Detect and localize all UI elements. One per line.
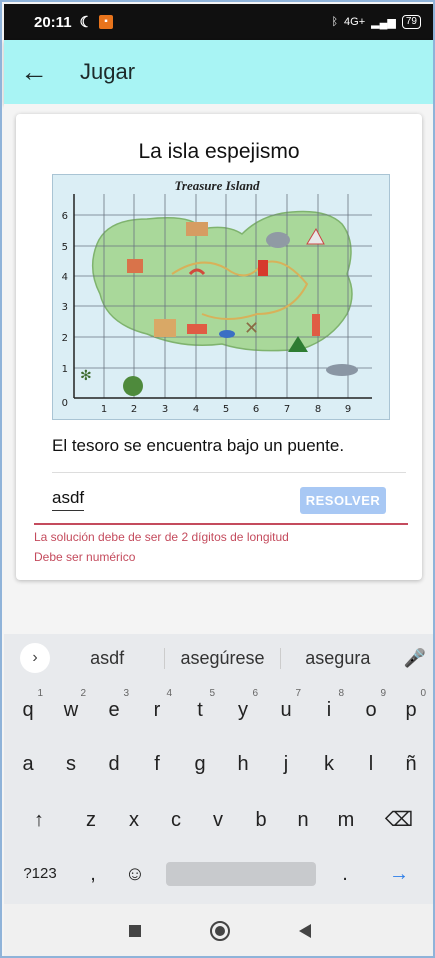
emoji-icon[interactable]: ☺: [116, 854, 154, 894]
key-p[interactable]: p0: [392, 688, 430, 730]
key-row-3: ↑ z x c v b n m ⌫: [4, 800, 433, 840]
back-arrow-icon[interactable]: ←: [4, 56, 64, 88]
key-f[interactable]: f: [138, 744, 176, 784]
y-tick: 6: [62, 211, 68, 222]
x-tick: 2: [131, 404, 137, 415]
main-content: La isla espejismo ✻ ✕ Treasure Island 1 …: [4, 104, 433, 634]
backspace-icon[interactable]: ⌫: [380, 800, 418, 840]
suggestion[interactable]: asdf: [50, 647, 166, 669]
notification-icon: ▪: [99, 15, 113, 29]
system-nav-bar: [4, 904, 433, 956]
key-y[interactable]: y6: [224, 688, 262, 730]
y-tick: 3: [62, 302, 68, 313]
status-right: ᛒ 4G+ ▂▄▆ 79: [331, 15, 421, 29]
screen: 20:11 ☾ ▪ ᛒ 4G+ ▂▄▆ 79 ← Jugar La isla e…: [0, 0, 435, 958]
svg-text:✕: ✕: [244, 318, 259, 339]
key-z[interactable]: z: [72, 800, 110, 840]
shift-icon[interactable]: ↑: [20, 800, 58, 840]
y-tick: 5: [62, 242, 68, 253]
app-bar: ← Jugar: [4, 40, 433, 104]
bluetooth-icon: ᛒ: [331, 16, 339, 28]
puzzle-title: La isla espejismo: [138, 140, 300, 163]
y-tick: 4: [62, 272, 68, 283]
x-tick: 4: [193, 404, 199, 415]
key-q[interactable]: q1: [9, 688, 47, 730]
x-tick: 3: [162, 404, 168, 415]
puzzle-hint: El tesoro se encuentra bajo un puente.: [52, 436, 345, 455]
key-g[interactable]: g: [181, 744, 219, 784]
key-o[interactable]: o9: [352, 688, 390, 730]
key-w[interactable]: w2: [52, 688, 90, 730]
signal-icon: ▂▄▆: [371, 16, 396, 29]
x-tick: 7: [284, 404, 290, 415]
key-j[interactable]: j: [267, 744, 305, 784]
svg-text:✻: ✻: [80, 368, 92, 384]
key-comma[interactable]: ,: [74, 854, 112, 894]
key-r[interactable]: r4: [138, 688, 176, 730]
y-tick: 1: [62, 364, 68, 375]
key-x[interactable]: x: [115, 800, 153, 840]
key-c[interactable]: c: [157, 800, 195, 840]
x-tick: 1: [101, 404, 107, 415]
recents-icon[interactable]: [128, 925, 141, 937]
key-row-1: q1 w2 e3 r4 t5 y6 u7 i8 o9 p0: [4, 688, 433, 730]
enter-arrow-icon[interactable]: →: [380, 854, 418, 894]
key-row-2: a s d f g h j k l ñ: [4, 744, 433, 784]
key-v[interactable]: v: [199, 800, 237, 840]
microphone-icon[interactable]: 🎤: [395, 648, 433, 669]
back-icon[interactable]: [298, 924, 311, 938]
error-length: La solución debe de ser de 2 dígitos de …: [34, 530, 289, 544]
symbols-key[interactable]: ?123: [16, 854, 64, 894]
key-u[interactable]: u7: [267, 688, 305, 730]
key-i[interactable]: i8: [310, 688, 348, 730]
space-key[interactable]: [166, 862, 316, 886]
y-tick: 2: [62, 333, 68, 344]
suggestion[interactable]: asegura: [281, 648, 395, 669]
chevron-right-icon[interactable]: ›: [20, 643, 50, 673]
key-n[interactable]: n: [284, 800, 322, 840]
key-s[interactable]: s: [52, 744, 90, 784]
keyboard: › asdf asegúrese asegura 🎤 q1 w2 e3 r4 t…: [4, 634, 433, 904]
x-tick: 9: [345, 404, 351, 415]
answer-input[interactable]: asdf: [52, 488, 85, 511]
home-icon[interactable]: [209, 921, 230, 941]
x-tick: 6: [253, 404, 259, 415]
x-tick: 5: [223, 404, 229, 415]
puzzle-card: La isla espejismo ✻ ✕ Treasure Island 1 …: [16, 114, 422, 580]
key-e[interactable]: e3: [95, 688, 133, 730]
map-title: Treasure Island: [174, 178, 260, 193]
divider: [52, 472, 406, 473]
key-l[interactable]: l: [352, 744, 390, 784]
key-b[interactable]: b: [242, 800, 280, 840]
solve-button[interactable]: RESOLVER: [300, 487, 386, 514]
key-h[interactable]: h: [224, 744, 262, 784]
suggestion[interactable]: asegúrese: [165, 647, 281, 669]
status-time: 20:11: [34, 13, 72, 31]
suggestion-bar: › asdf asegúrese asegura 🎤: [4, 634, 433, 682]
moon-icon: ☾: [79, 14, 93, 31]
key-period[interactable]: .: [326, 854, 364, 894]
status-bar: 20:11 ☾ ▪ ᛒ 4G+ ▂▄▆ 79: [4, 4, 433, 40]
key-m[interactable]: m: [327, 800, 365, 840]
error-underline: [34, 523, 408, 525]
battery-icon: 79: [401, 15, 421, 29]
key-t[interactable]: t5: [181, 688, 219, 730]
treasure-map-image: ✻ ✕ Treasure Island 1 2 3 4 5 6 7 8 9 0: [52, 174, 390, 420]
key-d[interactable]: d: [95, 744, 133, 784]
key-n-tilde[interactable]: ñ: [392, 744, 430, 784]
key-a[interactable]: a: [9, 744, 47, 784]
error-numeric: Debe ser numérico: [34, 550, 136, 564]
x-tick: 8: [315, 404, 321, 415]
key-k[interactable]: k: [310, 744, 348, 784]
y-tick: 0: [62, 398, 68, 409]
network-label: 4G+: [344, 16, 366, 28]
app-bar-title: Jugar: [80, 59, 136, 84]
key-row-4: ?123 , ☺ . →: [4, 854, 433, 894]
